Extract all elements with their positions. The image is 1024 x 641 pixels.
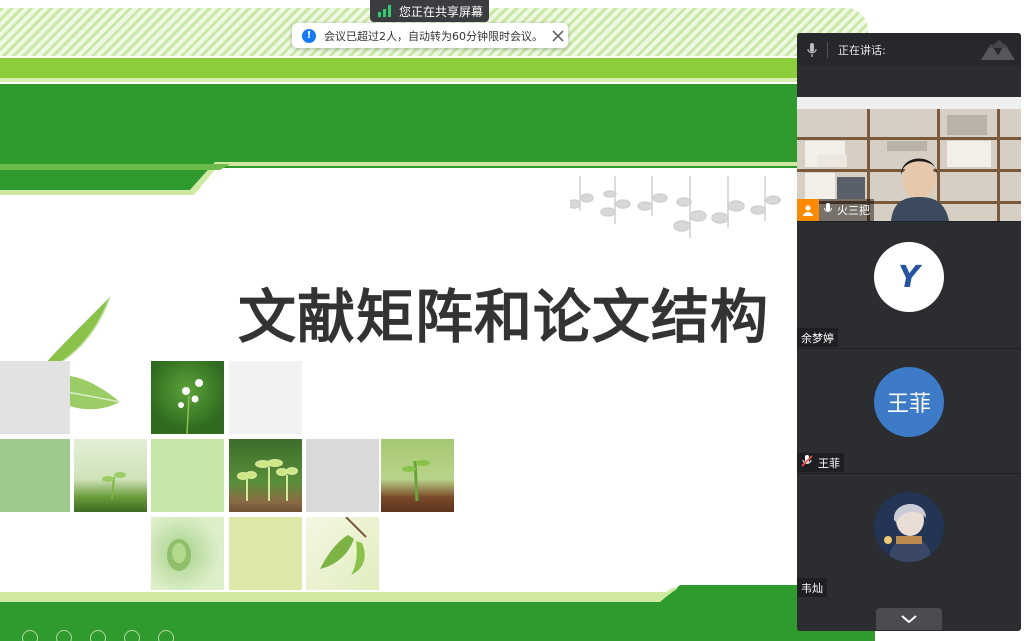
participant-name-tag: 余梦婷: [797, 328, 838, 347]
mosaic-tile-sprout-soil: [381, 439, 454, 512]
close-icon[interactable]: [551, 29, 565, 43]
slide-header-lime-band: [0, 58, 875, 78]
host-badge-icon: [797, 199, 819, 221]
screen: 文献矩阵和论文结构 您正在共享屏幕 ! 会议已超过2人，自动转为60分钟限时会议…: [0, 0, 1024, 641]
avatar: Y: [874, 242, 944, 312]
mosaic-tile: [151, 439, 224, 512]
app-logo-icon: [981, 40, 1015, 60]
microphone-icon: [824, 202, 832, 218]
meeting-limit-notice-text: 会议已超过2人，自动转为60分钟限时会议。: [324, 29, 543, 43]
microphone-icon: [797, 42, 827, 57]
avatar: [874, 492, 944, 562]
slide-footer-decoration: [22, 630, 174, 641]
participant-name: 王菲: [818, 456, 840, 470]
participant-name: 火三把: [837, 204, 870, 217]
avatar-letter: Y: [898, 259, 920, 295]
participant-name-tag: 韦灿: [797, 578, 827, 597]
mosaic-tile-leaves: [306, 516, 379, 590]
info-icon: !: [302, 28, 316, 43]
participant-name-tag: 王菲: [797, 453, 844, 472]
avatar-text: 王菲: [886, 392, 931, 417]
chevron-down-icon: [901, 615, 917, 623]
speaking-label: 正在讲话:: [838, 43, 886, 57]
mosaic-tile-white-flowers: [151, 361, 224, 435]
mosaic-tile-seedlings: [229, 439, 302, 512]
participant-name: 余梦婷: [801, 331, 834, 345]
mosaic-tile-moss-sprout: [74, 439, 147, 512]
mosaic-tile: [306, 439, 379, 512]
participant-tile[interactable]: 韦灿: [797, 473, 1021, 598]
participant-name-tag: 火三把: [797, 199, 874, 221]
slide-header-thin-band: [0, 78, 875, 82]
participant-tile[interactable]: 王菲 王菲: [797, 348, 1021, 473]
screen-share-status-label: 您正在共享屏幕: [399, 4, 484, 19]
mosaic-tile: [229, 517, 302, 590]
muted-microphone-icon: [801, 455, 813, 470]
participant-tile[interactable]: Y 余梦婷: [797, 221, 1021, 348]
screen-share-status-pill[interactable]: 您正在共享屏幕: [370, 0, 489, 22]
participant-video-tile[interactable]: 火三把: [797, 97, 1021, 221]
avatar: 王菲: [874, 367, 944, 437]
meeting-limit-notice: ! 会议已超过2人，自动转为60分钟限时会议。: [292, 23, 568, 48]
signal-bars-icon: [378, 5, 391, 17]
participant-name: 韦灿: [801, 581, 823, 595]
vine-leaves-decoration: [570, 176, 781, 238]
mosaic-tile: [0, 439, 70, 512]
mosaic-tile-bud: [151, 517, 224, 590]
shared-slide: 文献矩阵和论文结构: [0, 0, 875, 641]
slide-title: 文献矩阵和论文结构: [238, 283, 770, 351]
participant-panel: 正在讲话: 火三把 Y 余梦婷 王菲 王菲 韦灿: [797, 33, 1021, 631]
panel-header: 正在讲话:: [797, 33, 1021, 66]
mosaic-tile: [229, 361, 302, 434]
expand-panel-button[interactable]: [876, 608, 942, 630]
header-separator: [827, 41, 828, 58]
mosaic-tile: [0, 361, 70, 434]
